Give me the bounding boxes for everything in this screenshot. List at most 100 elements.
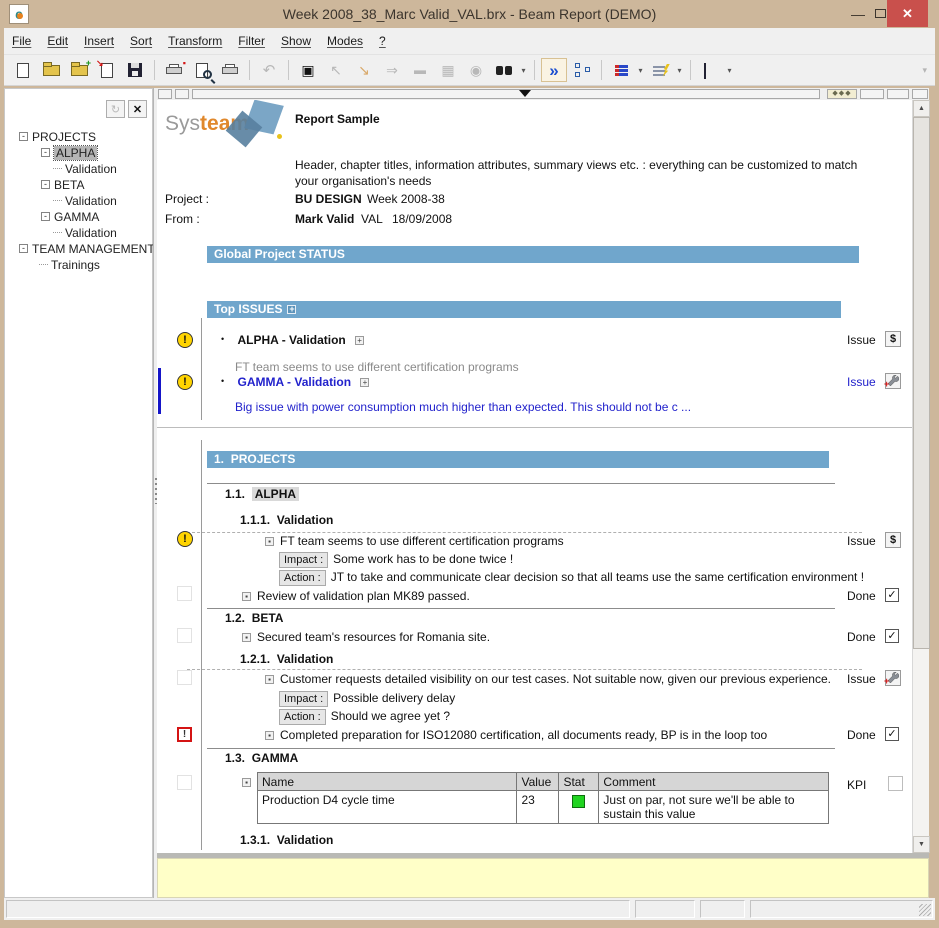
open-file-button[interactable] xyxy=(38,58,64,82)
tree-item-alpha-validation[interactable]: Validation xyxy=(53,161,117,176)
collapse-item-icon[interactable]: ▪ xyxy=(242,592,251,601)
heading-1-2[interactable]: 1.2. BETA xyxy=(225,611,283,625)
collapse-icon[interactable]: - xyxy=(19,132,28,141)
done-checkbox[interactable]: ✓ xyxy=(885,727,899,741)
quick-format-dropdown[interactable]: ▾ xyxy=(675,66,684,75)
expand-icon[interactable]: + xyxy=(360,378,369,387)
outline-view-button[interactable] xyxy=(569,58,595,82)
menu-sort[interactable]: Sort xyxy=(130,34,152,48)
heading-1-1-1[interactable]: 1.1.1. Validation xyxy=(240,513,333,527)
column-header-value[interactable]: Value xyxy=(517,773,559,791)
tree-label[interactable]: GAMMA xyxy=(54,210,99,224)
menu-edit[interactable]: Edit xyxy=(47,34,68,48)
ruler-segment[interactable] xyxy=(912,89,928,99)
title-bar[interactable]: e Week 2008_38_Marc Valid_VAL.brx - Beam… xyxy=(0,0,939,28)
collapse-icon[interactable]: - xyxy=(19,244,28,253)
scrollbar-thumb[interactable] xyxy=(913,117,930,649)
menu-file[interactable]: File xyxy=(12,34,31,48)
collapse-item-icon[interactable]: ▪ xyxy=(265,537,274,546)
forward-button[interactable]: ⇒ xyxy=(379,58,405,82)
tree-label[interactable]: BETA xyxy=(54,178,84,192)
heading-1-3-1[interactable]: 1.3.1. Validation xyxy=(240,833,333,847)
tree-label[interactable]: PROJECTS xyxy=(32,130,96,144)
ruler-options-button[interactable]: ◆◆◆ xyxy=(827,89,857,99)
print-button[interactable] xyxy=(217,58,243,82)
tree-item-projects[interactable]: - PROJECTS xyxy=(19,129,96,144)
heading-1-2-1[interactable]: 1.2.1. Validation xyxy=(240,652,333,666)
tree-label[interactable]: TEAM MANAGEMENT xyxy=(32,242,155,256)
tree-refresh-button[interactable]: ↻ xyxy=(106,100,125,118)
presentation-dropdown[interactable]: ▾ xyxy=(725,66,734,75)
section-top-issues[interactable]: Top ISSUES+ xyxy=(207,301,841,318)
collapse-item-icon[interactable]: ▪ xyxy=(242,778,251,787)
resize-grip-icon[interactable] xyxy=(919,904,931,916)
item-a1[interactable]: ▪FT team seems to use different certific… xyxy=(265,534,564,548)
ruler-segment[interactable] xyxy=(192,89,820,99)
find-button[interactable] xyxy=(491,58,517,82)
tree-label[interactable]: Validation xyxy=(65,194,117,208)
expand-section-icon[interactable]: + xyxy=(287,305,296,314)
new-document-button[interactable] xyxy=(10,58,36,82)
expand-all-button[interactable]: » xyxy=(541,58,567,82)
item-b2[interactable]: ▪Customer requests detailed visibility o… xyxy=(265,672,831,686)
done-checkbox[interactable]: ✓ xyxy=(885,629,899,643)
column-header-comment[interactable]: Comment xyxy=(599,773,829,791)
issue-title[interactable]: GAMMA - Validation xyxy=(238,375,352,389)
globe-button[interactable]: ◉ xyxy=(463,58,489,82)
promote-button[interactable]: ↖ xyxy=(323,58,349,82)
collapse-item-icon[interactable]: ▪ xyxy=(265,731,274,740)
save-button[interactable] xyxy=(122,58,148,82)
tree-item-gamma-validation[interactable]: Validation xyxy=(53,225,117,240)
done-checkbox[interactable]: ✓ xyxy=(885,588,899,602)
issue-title[interactable]: ALPHA - Validation xyxy=(238,333,346,347)
ruler-segment[interactable] xyxy=(860,89,884,99)
undo-button[interactable]: ↶ xyxy=(256,58,282,82)
minimize-button[interactable]: — xyxy=(846,0,870,27)
tree-item-beta-validation[interactable]: Validation xyxy=(53,193,117,208)
toolbar-overflow-icon[interactable]: ▾ xyxy=(922,65,927,76)
notes-pane[interactable] xyxy=(157,858,929,898)
expand-icon[interactable]: + xyxy=(355,336,364,345)
ruler-segment[interactable] xyxy=(175,89,189,99)
block-button[interactable]: ▬ xyxy=(407,58,433,82)
find-dropdown[interactable]: ▾ xyxy=(519,66,528,75)
tree-label[interactable]: Validation xyxy=(65,162,117,176)
section-global-status[interactable]: Global Project STATUS xyxy=(207,246,859,263)
kpi-checkbox[interactable] xyxy=(888,776,903,791)
item-a2[interactable]: ▪Review of validation plan MK89 passed. xyxy=(242,589,470,603)
vertical-scrollbar[interactable]: ▲ ▼ xyxy=(912,100,929,853)
tree-label-selected[interactable]: ALPHA xyxy=(54,146,97,160)
menu-insert[interactable]: Insert xyxy=(84,34,114,48)
ruler-marker-icon[interactable] xyxy=(519,90,531,97)
tree-label[interactable]: Validation xyxy=(65,226,117,240)
report-canvas[interactable]: Systeam Report Sample Header, chapter ti… xyxy=(157,100,912,853)
tree-label[interactable]: Trainings xyxy=(51,258,100,272)
collapse-icon[interactable]: - xyxy=(41,212,50,221)
focus-block-button[interactable]: ▣ xyxy=(295,58,321,82)
issue-row-alpha[interactable]: • ALPHA - Validation + xyxy=(221,333,370,347)
menu-show[interactable]: Show xyxy=(281,34,311,48)
ruler-segment[interactable] xyxy=(158,89,172,99)
column-header-stat[interactable]: Stat xyxy=(559,773,599,791)
tree-item-team-management[interactable]: - TEAM MANAGEMENT xyxy=(19,241,155,256)
close-button[interactable]: ✕ xyxy=(887,0,928,27)
heading-1-1[interactable]: 1.1. ALPHA xyxy=(225,487,299,501)
open-append-button[interactable]: + xyxy=(66,58,92,82)
presentation-button[interactable] xyxy=(697,58,723,82)
import-button[interactable]: ↘ xyxy=(94,58,120,82)
heading-title-highlighted[interactable]: ALPHA xyxy=(252,487,299,501)
kpi-data-row[interactable]: Production D4 cycle time 23 Just on par,… xyxy=(258,791,829,824)
item-b1[interactable]: ▪Secured team's resources for Romania si… xyxy=(242,630,490,644)
table-button[interactable]: ▦ xyxy=(435,58,461,82)
levels-button[interactable] xyxy=(608,58,634,82)
collapse-icon[interactable]: - xyxy=(41,180,50,189)
collapse-item-icon[interactable]: ▪ xyxy=(242,633,251,642)
tree-item-gamma[interactable]: - GAMMA xyxy=(41,209,99,224)
print-setup-button[interactable]: ▪ xyxy=(161,58,187,82)
tree-item-beta[interactable]: - BETA xyxy=(41,177,84,192)
item-b3[interactable]: ▪Completed preparation for ISO12080 cert… xyxy=(265,728,767,742)
tree-item-trainings[interactable]: Trainings xyxy=(39,257,100,272)
menu-transform[interactable]: Transform xyxy=(168,34,222,48)
section-chapter-projects[interactable]: 1. PROJECTS xyxy=(207,451,829,468)
quick-format-button[interactable] xyxy=(647,58,673,82)
